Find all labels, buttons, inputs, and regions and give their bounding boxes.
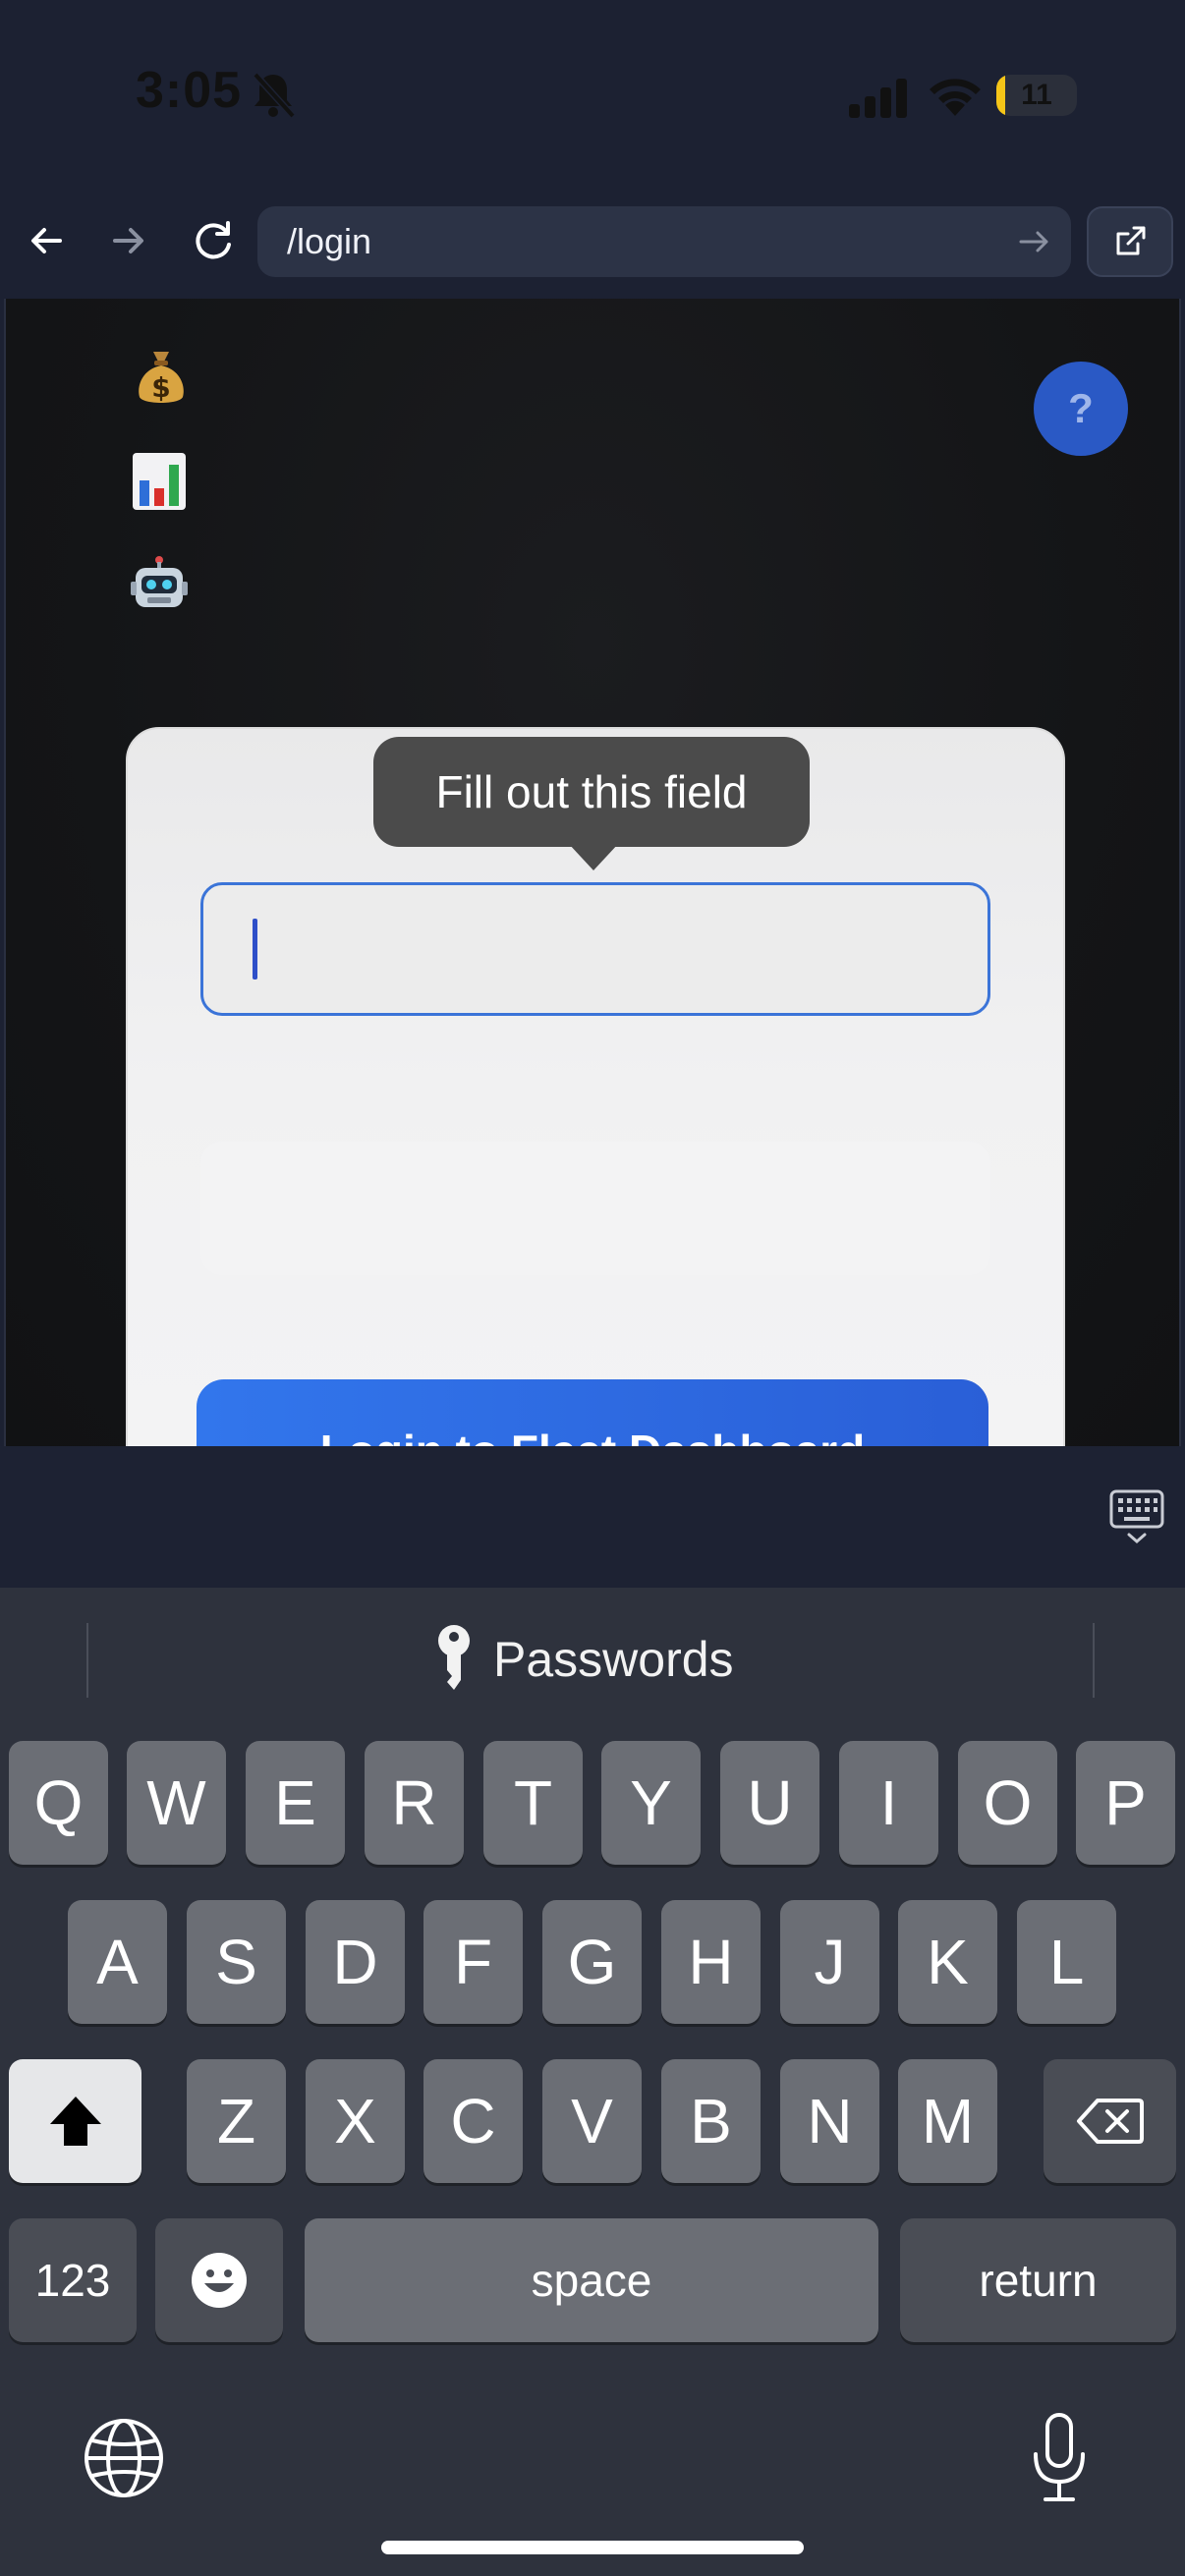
passwords-label: Passwords [493, 1632, 734, 1687]
svg-text:$: $ [151, 371, 170, 404]
key-y[interactable]: Y [601, 1741, 701, 1865]
key-u[interactable]: U [720, 1741, 819, 1865]
key-icon [438, 1625, 470, 1690]
suggestion-divider [1093, 1623, 1095, 1698]
forward-button[interactable] [94, 206, 163, 275]
arrow-right-icon [113, 228, 143, 253]
dictation-button[interactable] [1028, 2411, 1091, 2505]
key-s[interactable]: S [187, 1900, 286, 2024]
emoji-icon [192, 2253, 247, 2308]
numbers-key[interactable]: 123 [9, 2218, 137, 2342]
globe-button[interactable] [83, 2417, 165, 2499]
login-button-label: Login to Fleet Dashboard [197, 1425, 988, 1446]
open-external-icon [1116, 226, 1146, 255]
robot-icon[interactable] [128, 552, 191, 615]
key-v[interactable]: V [542, 2059, 642, 2183]
microphone-icon [1034, 2413, 1085, 2501]
web-viewport: $ ? [4, 299, 1181, 1446]
shift-arrow-icon [49, 2097, 101, 2146]
username-input[interactable] [200, 882, 990, 1016]
suggestion-divider [86, 1623, 88, 1698]
arrow-left-icon [31, 228, 62, 253]
bar-chart-icon[interactable] [128, 450, 191, 513]
reload-icon [196, 221, 231, 259]
login-button[interactable]: Login to Fleet Dashboard [197, 1379, 988, 1446]
key-t[interactable]: T [483, 1741, 583, 1865]
key-a[interactable]: A [68, 1900, 167, 2024]
keyboard-accessory-bar [0, 1446, 1185, 1588]
key-l[interactable]: L [1017, 1900, 1116, 2024]
key-e[interactable]: E [246, 1741, 345, 1865]
password-field[interactable] [200, 1142, 990, 1275]
text-caret [253, 919, 257, 980]
battery-level: 11 [1021, 79, 1052, 111]
open-external-button[interactable] [1087, 206, 1173, 277]
wifi-icon [926, 73, 985, 118]
key-x[interactable]: X [306, 2059, 405, 2183]
key-p[interactable]: P [1076, 1741, 1175, 1865]
money-bag-icon[interactable]: $ [130, 346, 193, 409]
validation-tooltip: Fill out this field [373, 737, 810, 847]
home-indicator[interactable] [381, 2541, 804, 2554]
key-i[interactable]: I [839, 1741, 938, 1865]
key-k[interactable]: K [898, 1900, 997, 2024]
key-c[interactable]: C [423, 2059, 523, 2183]
emoji-key[interactable] [155, 2218, 283, 2342]
bell-muted-icon [248, 69, 299, 120]
return-key[interactable]: return [900, 2218, 1176, 2342]
passwords-button[interactable]: Passwords [432, 1615, 734, 1704]
key-b[interactable]: B [661, 2059, 761, 2183]
key-d[interactable]: D [306, 1900, 405, 2024]
help-button[interactable]: ? [1034, 362, 1128, 456]
backspace-icon [1076, 2099, 1144, 2144]
status-time: 3:05 [136, 62, 243, 119]
globe-icon [85, 2419, 163, 2497]
key-w[interactable]: W [127, 1741, 226, 1865]
url-bar[interactable]: /login [257, 206, 1071, 277]
key-o[interactable]: O [958, 1741, 1057, 1865]
key-h[interactable]: H [661, 1900, 761, 2024]
reload-button[interactable] [179, 206, 248, 275]
key-j[interactable]: J [780, 1900, 879, 2024]
key-z[interactable]: Z [187, 2059, 286, 2183]
key-f[interactable]: F [423, 1900, 523, 2024]
key-n[interactable]: N [780, 2059, 879, 2183]
url-text: /login [287, 221, 372, 261]
shift-key[interactable] [9, 2059, 141, 2183]
go-arrow-icon[interactable] [1016, 223, 1053, 260]
keyboard-hide-button[interactable] [1108, 1487, 1165, 1546]
key-r[interactable]: R [365, 1741, 464, 1865]
cellular-signal-icon [847, 77, 910, 118]
key-g[interactable]: G [542, 1900, 642, 2024]
keyboard-hide-icon [1109, 1489, 1164, 1543]
key-q[interactable]: Q [9, 1741, 108, 1865]
space-key[interactable]: space [305, 2218, 878, 2342]
battery-indicator: 11 [996, 75, 1077, 116]
delete-key[interactable] [1044, 2059, 1176, 2183]
tooltip-arrow [568, 843, 619, 870]
key-m[interactable]: M [898, 2059, 997, 2183]
back-button[interactable] [12, 206, 81, 275]
